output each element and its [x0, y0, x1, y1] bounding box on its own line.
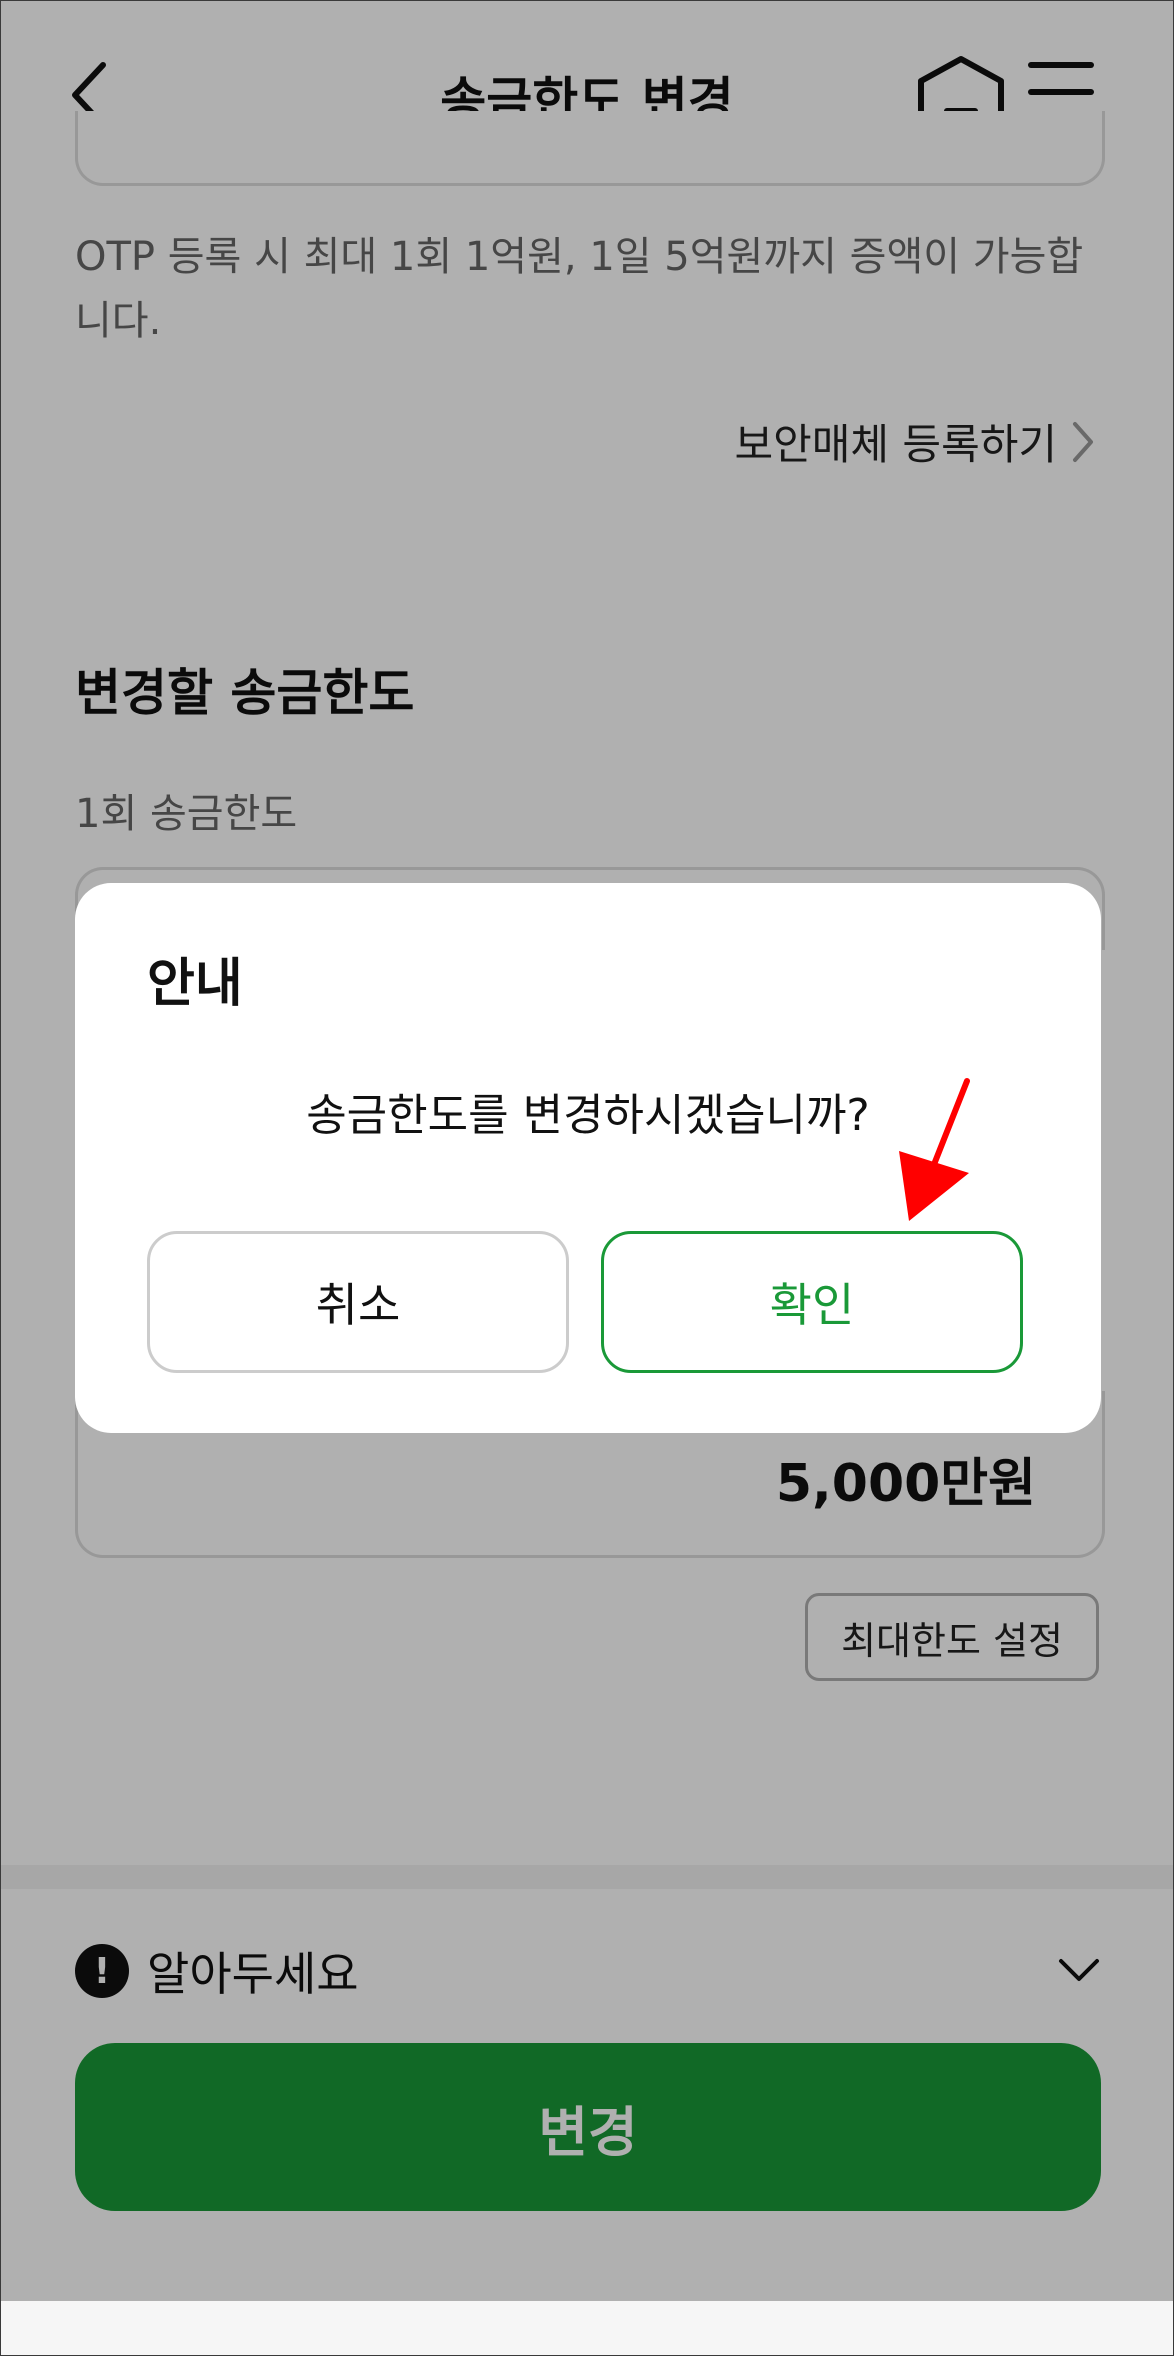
- cancel-button[interactable]: 취소: [147, 1231, 569, 1373]
- dialog-title: 안내: [147, 954, 243, 1014]
- confirm-button[interactable]: 확인: [601, 1231, 1023, 1373]
- bottom-safe-area: [1, 2301, 1173, 2355]
- red-arrow-annotation-icon: [899, 1078, 970, 1221]
- app-screen: 송금한도 변경 OTP 등록 시 최대 1회 1억원, 1일 5억원까지 증액이…: [0, 0, 1174, 2356]
